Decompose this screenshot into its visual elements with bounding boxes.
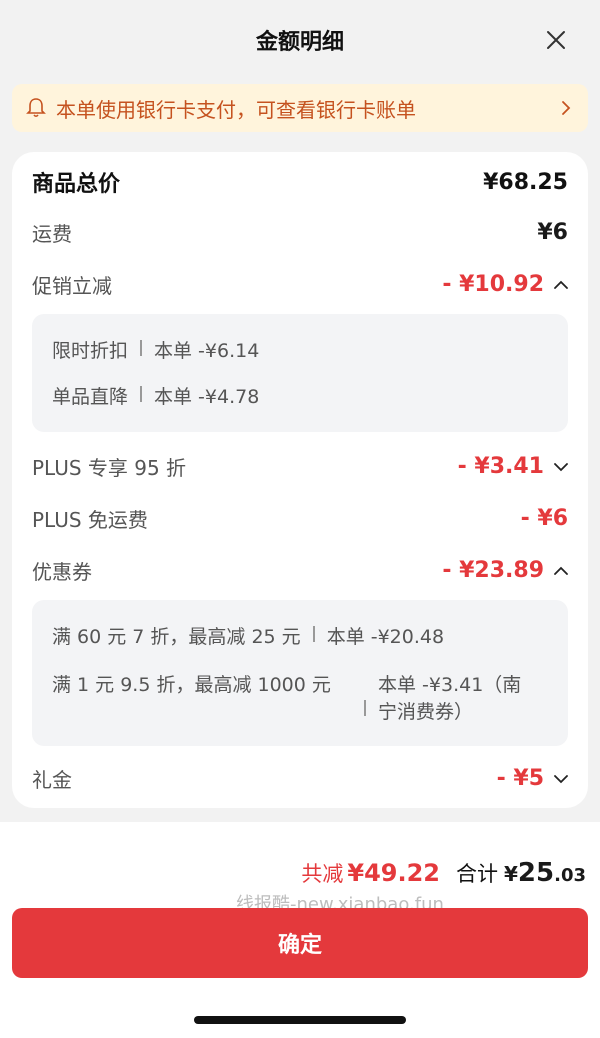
- saved-label: 共减: [301, 862, 344, 886]
- bottom-bar: 共减 ¥49.22 合计 ¥ 25 .03 线报酷-new.xianbao.fu…: [0, 822, 600, 1038]
- promo-item-name: 限时折扣: [52, 340, 129, 362]
- coupon-label: 优惠券: [32, 560, 92, 584]
- coupon-item-name: 满 1 元 9.5 折，最高减 1000 元: [52, 674, 331, 696]
- chevron-down-icon[interactable]: [554, 462, 568, 472]
- coupon-detail-item: 满 60 元 7 折，最高减 25 元 本单 -¥20.48: [52, 622, 548, 649]
- goods-total-label: 商品总价: [32, 172, 121, 197]
- price-summary: 共减 ¥49.22 合计 ¥ 25 .03: [301, 858, 586, 888]
- divider: [140, 340, 143, 356]
- row-shipping: 运费 ¥6: [32, 218, 568, 247]
- coupon-item-amount: 本单 -¥3.41（南: [378, 674, 522, 696]
- coupon-value: - ¥23.89: [442, 558, 544, 583]
- bank-card-notice[interactable]: 本单使用银行卡支付，可查看银行卡账单: [12, 84, 588, 132]
- home-indicator: [194, 1016, 406, 1024]
- gift-value: - ¥5: [496, 766, 544, 791]
- promo-item-amount: 本单 -¥4.78: [154, 386, 260, 408]
- plus-discount-value: - ¥3.41: [457, 454, 544, 479]
- coupon-item-amount-cont: 宁消费券）: [378, 701, 474, 723]
- row-plus-discount[interactable]: PLUS 专享 95 折 - ¥3.41: [32, 452, 568, 481]
- shipping-label: 运费: [32, 222, 72, 246]
- total-integer: 25: [517, 858, 555, 888]
- coupon-detail-panel: 满 60 元 7 折，最高减 25 元 本单 -¥20.48 满 1 元 9.5…: [32, 600, 568, 746]
- goods-total-value: ¥68.25: [483, 169, 568, 195]
- confirm-button[interactable]: 确定: [12, 908, 588, 978]
- promo-label: 促销立减: [32, 274, 112, 298]
- sheet-title: 金额明细: [255, 30, 344, 55]
- sheet-header: 金额明细: [0, 0, 600, 80]
- row-promo[interactable]: 促销立减 - ¥10.92: [32, 270, 568, 299]
- gift-label: 礼金: [32, 768, 72, 792]
- plus-shipping-value: - ¥6: [520, 506, 568, 531]
- chevron-up-icon[interactable]: [554, 280, 568, 290]
- divider: [364, 700, 366, 716]
- notice-text: 本单使用银行卡支付，可查看银行卡账单: [56, 97, 416, 122]
- coupon-item-name: 满 60 元 7 折，最高减 25 元: [52, 626, 301, 648]
- plus-shipping-label: PLUS 免运费: [32, 508, 148, 532]
- total-decimal: .03: [554, 865, 586, 886]
- row-goods-total: 商品总价 ¥68.25: [32, 166, 568, 198]
- chevron-up-icon[interactable]: [554, 566, 568, 576]
- divider: [140, 386, 143, 402]
- bell-icon: [26, 98, 46, 118]
- plus-discount-label: PLUS 专享 95 折: [32, 456, 187, 480]
- coupon-item-amount: 本单 -¥20.48: [326, 626, 445, 648]
- coupon-detail-item: 满 1 元 9.5 折，最高减 1000 元 本单 -¥3.41（南 宁消费券）: [52, 670, 548, 724]
- amount-detail-card: 商品总价 ¥68.25 运费 ¥6 促销立减 - ¥10.92 限时折扣 本单 …: [12, 152, 588, 808]
- promo-item-name: 单品直降: [52, 386, 129, 408]
- shipping-value: ¥6: [537, 220, 568, 245]
- saved-value: ¥49.22: [347, 859, 440, 887]
- row-coupon[interactable]: 优惠券 - ¥23.89: [32, 556, 568, 585]
- total-label: 合计: [456, 862, 498, 886]
- chevron-right-icon: [562, 101, 571, 115]
- close-icon[interactable]: [544, 28, 568, 52]
- promo-detail-item: 单品直降 本单 -¥4.78: [52, 382, 548, 409]
- promo-detail-panel: 限时折扣 本单 -¥6.14 单品直降 本单 -¥4.78: [32, 314, 568, 432]
- promo-item-amount: 本单 -¥6.14: [154, 340, 260, 362]
- promo-detail-item: 限时折扣 本单 -¥6.14: [52, 336, 548, 363]
- total-currency: ¥: [504, 862, 518, 886]
- chevron-down-icon[interactable]: [554, 774, 568, 784]
- divider: [312, 626, 315, 642]
- row-gift[interactable]: 礼金 - ¥5: [32, 764, 568, 793]
- row-plus-shipping: PLUS 免运费 - ¥6: [32, 504, 568, 533]
- promo-value: - ¥10.92: [442, 272, 544, 297]
